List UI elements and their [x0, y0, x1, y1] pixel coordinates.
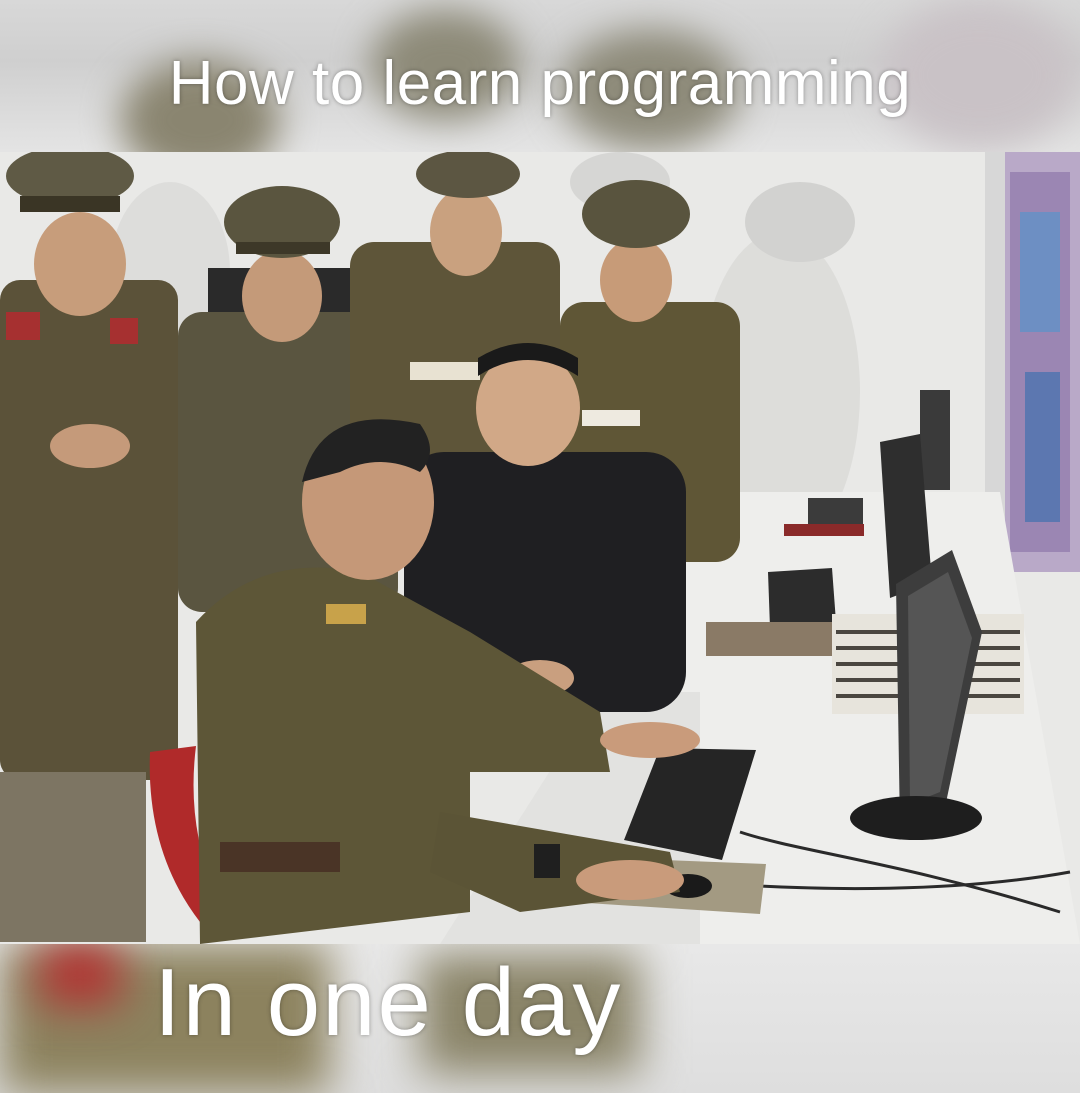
photo — [0, 152, 1080, 944]
top-caption: How to learn programming — [168, 49, 912, 118]
photo-illustration — [0, 152, 1080, 944]
bottom-caption: In one day — [154, 949, 623, 1056]
meme-image: How to learn programming In one day — [0, 0, 1080, 1093]
